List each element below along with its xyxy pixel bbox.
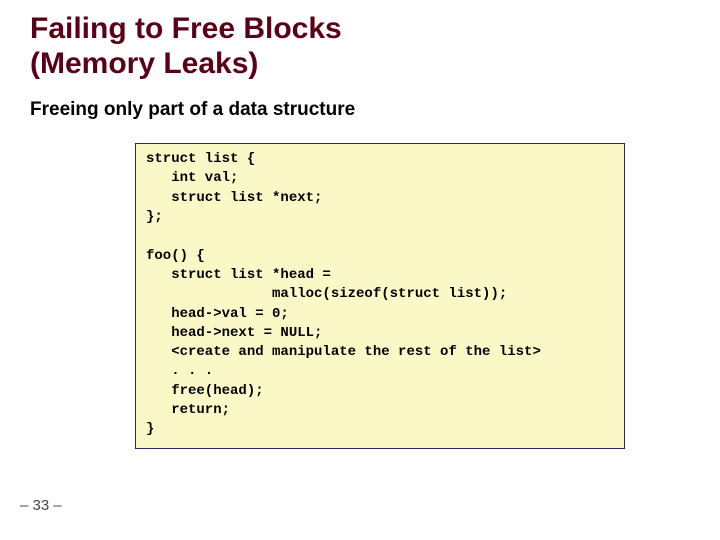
code-block: struct list { int val; struct list *next… [135,143,625,449]
slide-subtitle: Freeing only part of a data structure [30,99,690,121]
page-number: – 33 – [20,497,62,514]
slide-title: Failing to Free Blocks (Memory Leaks) [30,12,690,81]
code-content: struct list { int val; struct list *next… [146,150,614,440]
slide: Failing to Free Blocks (Memory Leaks) Fr… [0,0,720,540]
title-line-1: Failing to Free Blocks [30,12,342,45]
title-line-2: (Memory Leaks) [30,47,258,80]
